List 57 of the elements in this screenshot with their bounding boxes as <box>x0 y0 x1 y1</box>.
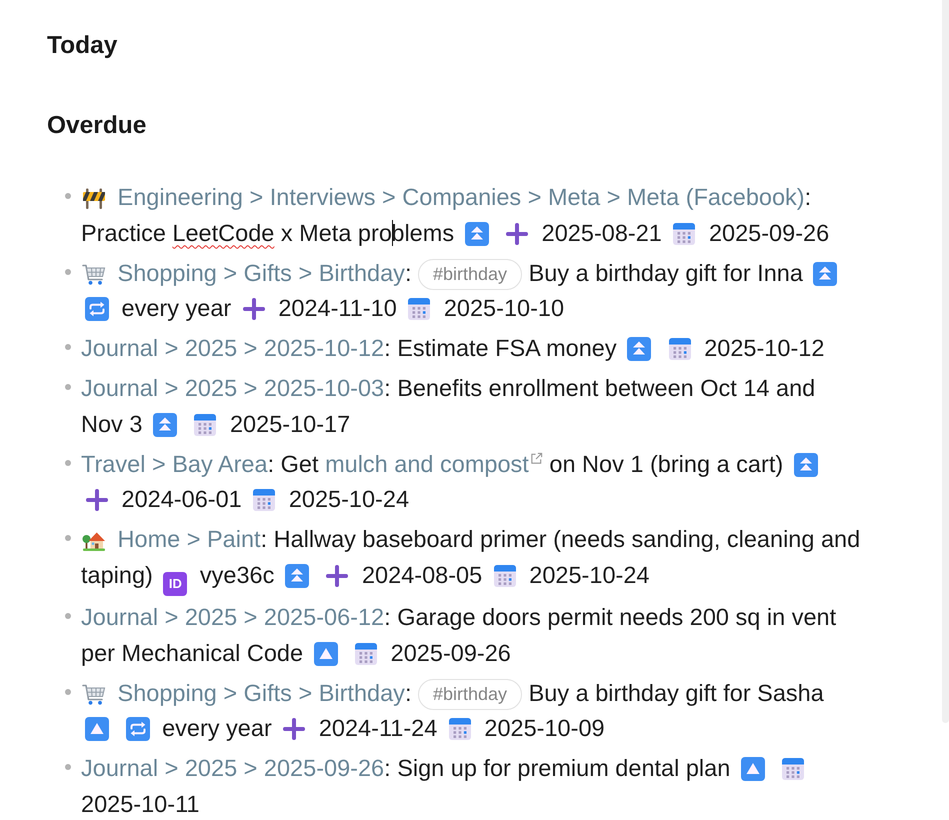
note-link[interactable]: Home > Paint <box>118 526 261 552</box>
task-line: Shopping > Gifts > Birthday: #birthday Buy a birthday gift for Sasha every year 2024-11-24 2025-10-09 <box>81 676 862 746</box>
bullet-icon <box>65 268 71 274</box>
repeat-icon <box>126 717 150 741</box>
section-heading: Overdue <box>47 111 148 141</box>
tag-chip[interactable]: #birthday <box>418 678 522 710</box>
repeat-icon <box>85 297 109 321</box>
section-heading: Today <box>47 31 118 61</box>
double-chevron-up-icon <box>794 452 818 476</box>
external-link-icon <box>530 452 543 464</box>
shopping-cart-icon <box>82 682 106 706</box>
double-chevron-up-icon <box>152 412 177 436</box>
note-link[interactable]: Journal > 2025 > 2025-06-12 <box>81 604 384 630</box>
double-chevron-up-icon <box>464 222 489 246</box>
note-link[interactable]: Journal > 2025 > 2025-10-03 <box>81 375 384 401</box>
calendar-icon <box>668 337 692 361</box>
bullet-icon <box>65 535 71 541</box>
note-link[interactable]: Shopping > Gifts > Birthday <box>118 260 405 286</box>
bullet-icon <box>65 460 71 466</box>
calendar-icon <box>252 488 276 512</box>
plus-icon <box>85 488 109 512</box>
task-line: Travel > Bay Area: Get mulch and compost on Nov 1 (bring a cart) 2024-06-01 2025-10-24 <box>81 446 862 518</box>
bullet-icon <box>65 688 71 694</box>
calendar-icon <box>354 642 378 666</box>
plus-icon <box>242 297 266 321</box>
bullet-icon <box>65 193 71 199</box>
note-link[interactable]: Travel > Bay Area <box>81 450 268 476</box>
plus-icon <box>282 717 306 741</box>
tag-chip[interactable]: #birthday <box>418 258 522 290</box>
bullet-icon <box>65 613 71 619</box>
calendar-icon <box>492 564 517 588</box>
double-chevron-up-icon <box>627 337 652 361</box>
note-link[interactable]: Engineering > Interviews > Companies > Meta > Meta (Facebook) <box>118 184 805 210</box>
bullet-icon <box>65 344 71 350</box>
shopping-cart-icon <box>82 262 106 286</box>
task-line: Journal > 2025 > 2025-10-12: Estimate FSA money 2025-10-12 <box>81 334 826 363</box>
double-chevron-up-icon <box>813 262 838 286</box>
construction-barrier-icon <box>82 186 106 210</box>
task-line: Home > Paint: Hallway baseboard primer (needs sanding, cleaning and taping) ID vye36c 2024-08-05 2025-10-24 <box>81 522 862 596</box>
plus-icon <box>505 222 530 246</box>
double-chevron-up-icon <box>284 564 309 588</box>
id-symbol: ID <box>163 572 188 596</box>
note-link[interactable]: Journal > 2025 > 2025-10-12 <box>81 335 384 361</box>
task-line: Journal > 2025 > 2025-06-12: Garage doors permit needs 200 sq in vent per Mechanical Code 2025-09-26 <box>81 603 838 668</box>
plus-icon <box>325 564 350 588</box>
calendar-icon <box>672 222 696 246</box>
note-link[interactable]: Journal > 2025 > 2025-09-26 <box>81 755 384 781</box>
calendar-icon <box>193 412 218 436</box>
inline-link[interactable]: mulch and compost <box>325 450 543 476</box>
calendar-icon <box>407 297 432 321</box>
bullet-icon <box>65 384 71 390</box>
task-line: Journal > 2025 > 2025-09-26: Sign up for premium dental plan 2025-10-11 <box>81 751 862 820</box>
calendar-icon <box>781 757 806 781</box>
note-link[interactable]: Shopping > Gifts > Birthday <box>118 680 405 706</box>
bullet-icon <box>65 764 71 770</box>
calendar-icon <box>448 717 472 741</box>
task-line: Shopping > Gifts > Birthday: #birthday Buy a birthday gift for Inna every year 2024-11-10 2025-10-10 <box>81 256 862 326</box>
